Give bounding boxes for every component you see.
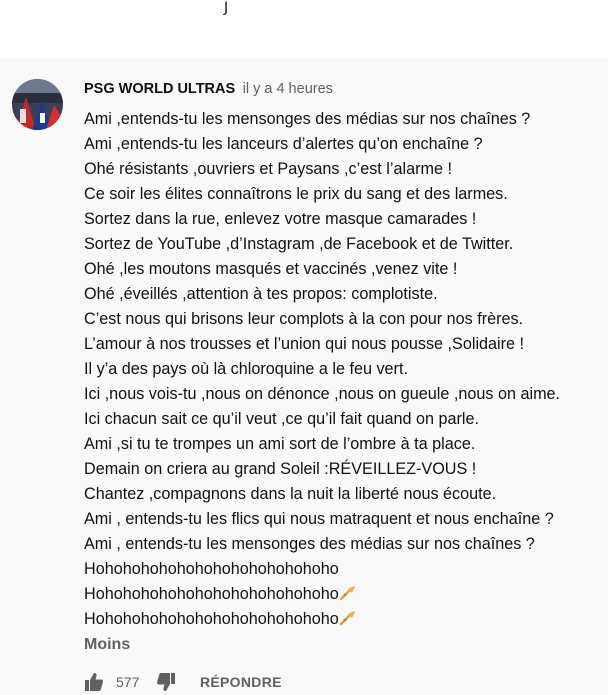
comment-line: Ami ,entends-tu les mensonges des médias… xyxy=(84,110,531,128)
avatar[interactable] xyxy=(12,79,63,130)
comment-line: Demain on criera au grand Soleil :RÉVEIL… xyxy=(84,460,477,478)
show-less-button[interactable]: Moins xyxy=(84,636,130,654)
thumb-up-icon[interactable] xyxy=(84,672,104,692)
comment-line: Hohohohohohohohohohohohohoho xyxy=(84,582,604,607)
comment-line: Ohé résistants ,ouvriers et Paysans ,c’e… xyxy=(84,160,452,178)
comment-line: Hohohohohohohohohohohohohoho xyxy=(84,607,604,632)
like-count: 577 xyxy=(116,674,140,690)
previous-comment-area: J xyxy=(0,0,608,58)
trumpet-emoji-icon xyxy=(339,586,355,601)
comment-timestamp[interactable]: il y a 4 heures xyxy=(243,81,333,97)
comment-line: Sortez de YouTube ,d’Instagram ,de Faceb… xyxy=(84,235,514,253)
comment-text: Ami ,entends-tu les mensonges des médias… xyxy=(84,107,604,632)
thumb-down-icon[interactable] xyxy=(156,672,176,692)
comment-line: Ohé ,éveillés ,attention à tes propos: c… xyxy=(84,285,438,303)
comment-line: Ami ,entends-tu les lanceurs d’alertes q… xyxy=(84,135,483,153)
comment-line: Ami ,si tu te trompes un ami sort de l’o… xyxy=(84,435,476,453)
comment-line: Il y’a des pays où là chloroquine a le f… xyxy=(84,360,408,378)
avatar-image xyxy=(12,79,63,130)
comment-line: Ici ,nous vois-tu ,nous on dénonce ,nous… xyxy=(84,385,561,403)
trumpet-emoji-icon xyxy=(339,611,355,626)
comment-line: Ohé ,les moutons masqués et vaccinés ,ve… xyxy=(84,260,458,278)
comment-header: PSG WORLD ULTRAS il y a 4 heures xyxy=(84,80,333,98)
comment-line: Ici chacun sait ce qu’il veut ,ce qu’il … xyxy=(84,410,480,428)
comment-actions: 577 RÉPONDRE xyxy=(84,670,282,694)
comment-line: Ami , entends-tu les flics qui nous matr… xyxy=(84,510,554,528)
comment-line: L’amour à nos trousses et l’union qui no… xyxy=(84,335,525,353)
comment-line: Ce soir les élites connaîtrons le prix d… xyxy=(84,185,508,203)
comment-line: Ami , entends-tu les mensonges des média… xyxy=(84,535,535,553)
comment-line: Chantez ,compagnons dans la nuit la libe… xyxy=(84,485,497,503)
comment-line: C’est nous qui brisons leur complots à l… xyxy=(84,310,524,328)
comment-line: Sortez dans la rue, enlevez votre masque… xyxy=(84,210,477,228)
reply-button[interactable]: RÉPONDRE xyxy=(200,674,282,690)
cutoff-text: J xyxy=(224,0,229,16)
comment-line: Hohohohohohohohohohohohohoho xyxy=(84,560,339,578)
author-name[interactable]: PSG WORLD ULTRAS xyxy=(84,81,235,97)
